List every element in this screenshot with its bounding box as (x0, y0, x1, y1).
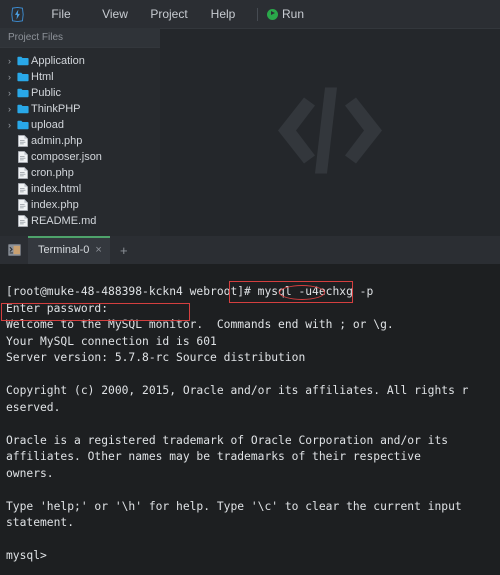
add-terminal-button[interactable]: + (110, 236, 138, 264)
tree-item-label: index.html (31, 183, 82, 195)
tree-item-label: ThinkPHP (31, 103, 81, 115)
tree-file-row[interactable]: index.php (0, 197, 160, 213)
file-icon (15, 215, 30, 227)
terminal-icon (0, 236, 28, 264)
tree-file-row[interactable]: index.html (0, 181, 160, 197)
tree-file-row[interactable]: README.md (0, 213, 160, 229)
file-icon (15, 199, 30, 211)
tree-item-label: README.md (31, 215, 97, 227)
tree-item-label: index.php (31, 199, 79, 211)
folder-icon (15, 72, 30, 82)
menu-item-help[interactable]: Help (196, 0, 250, 28)
terminal-line: Welcome to the MySQL monitor. Commands e… (6, 318, 394, 331)
terminal-output: [root@muke-48-488398-kckn4 webroot]# mys… (0, 264, 500, 565)
file-tree: › Application › Html › Public › ThinkPHP › upload… (0, 48, 160, 229)
tree-item-label: Application (31, 55, 85, 67)
chevron-right-icon[interactable]: › (4, 72, 15, 82)
terminal-line: owners. (6, 466, 54, 480)
menu-item-file[interactable]: File (34, 0, 88, 28)
tree-item-label: admin.php (31, 135, 83, 147)
terminal-tab-terminal-0[interactable]: Terminal-0 × (28, 236, 110, 264)
folder-icon (15, 56, 30, 66)
terminal-tab-label: Terminal-0 (38, 244, 90, 256)
play-circle-icon (267, 8, 278, 20)
tree-item-label: cron.php (31, 167, 74, 179)
terminal-line: Enter password: (6, 301, 109, 315)
run-button-label: Run (282, 7, 305, 21)
menu-item-project[interactable]: Project (142, 0, 196, 28)
file-icon (15, 183, 30, 195)
tree-folder-row[interactable]: › upload (0, 117, 160, 133)
tree-file-row[interactable]: cron.php (0, 165, 160, 181)
terminal-line: Your MySQL connection id is 601 (6, 334, 217, 348)
tree-item-label: Public (31, 87, 61, 99)
folder-icon (15, 88, 30, 98)
tree-item-label: upload (31, 119, 65, 131)
terminal-line: mysql> (6, 549, 47, 562)
chevron-right-icon[interactable]: › (4, 120, 15, 130)
terminal-panel[interactable]: [root@muke-48-488398-kckn4 webroot]# mys… (0, 264, 500, 575)
terminal-line: affiliates. Other names may be trademark… (6, 450, 421, 463)
chevron-right-icon[interactable]: › (4, 104, 15, 114)
tree-file-row[interactable]: admin.php (0, 133, 160, 149)
tree-file-row[interactable]: composer.json (0, 149, 160, 165)
terminal-line: statement. (6, 516, 75, 529)
code-brackets-watermark-icon (270, 85, 390, 180)
tree-folder-row[interactable]: › ThinkPHP (0, 101, 160, 117)
terminal-line: Type 'help;' or '\h' for help. Type '\c'… (6, 499, 462, 513)
chevron-right-icon[interactable]: › (4, 88, 15, 98)
terminal-line: eserved. (6, 400, 61, 414)
file-icon (15, 135, 30, 147)
ide-window: File View Project Help Run Project Files… (0, 0, 500, 575)
editor-area[interactable] (160, 28, 500, 236)
tree-item-label: Html (31, 71, 54, 83)
terminal-line: Copyright (c) 2000, 2015, Oracle and/or … (6, 384, 469, 397)
file-icon (15, 167, 30, 179)
terminal-line: Server version: 5.7.8-rc Source distribu… (6, 351, 306, 364)
close-icon[interactable]: × (95, 244, 101, 256)
folder-icon (15, 120, 30, 130)
menu-item-view[interactable]: View (88, 0, 142, 28)
run-button[interactable]: Run (267, 7, 304, 21)
folder-icon (15, 104, 30, 114)
tree-folder-row[interactable]: › Public (0, 85, 160, 101)
tree-item-label: composer.json (31, 151, 102, 163)
chevron-right-icon[interactable]: › (4, 56, 15, 66)
terminal-tab-bar: Terminal-0 × + (0, 236, 500, 264)
project-sidebar: Project Files › Application › Html › Public › T… (0, 28, 160, 236)
menu-bar: File View Project Help Run (0, 0, 500, 28)
menu-separator (257, 7, 258, 21)
sidebar-title: Project Files (0, 28, 160, 48)
tree-folder-row[interactable]: › Application (0, 53, 160, 69)
terminal-line: [root@muke-48-488398-kckn4 webroot]# mys… (6, 285, 374, 298)
tree-folder-row[interactable]: › Html (0, 69, 160, 85)
terminal-line: Oracle is a registered trademark of Orac… (6, 433, 449, 447)
file-icon (15, 151, 30, 163)
app-logo-icon (0, 0, 34, 28)
